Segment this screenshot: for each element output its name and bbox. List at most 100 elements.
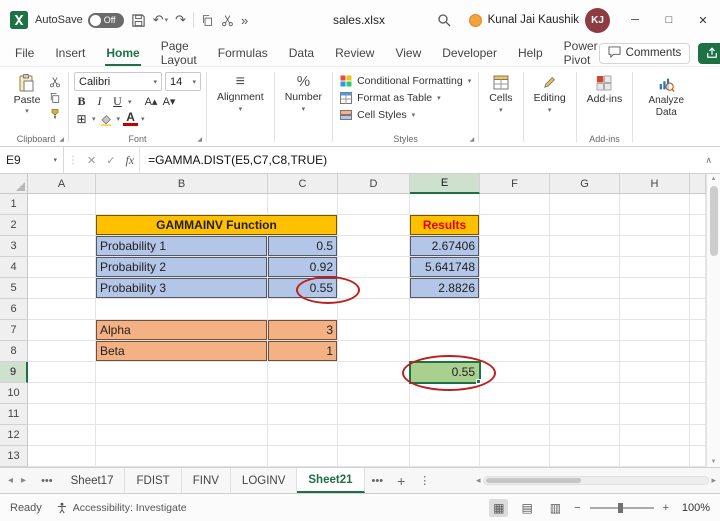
alignment-button[interactable]: ≡ Alignment ▾ [212,69,269,132]
enter-icon[interactable]: ✓ [101,154,120,167]
undo-icon[interactable]: ↶ ▾ [153,12,168,28]
select-all-corner[interactable] [0,174,28,194]
cell-h13[interactable] [620,446,690,467]
more-commands-icon[interactable]: » [241,13,248,28]
borders-button[interactable]: ⊞ [74,112,89,126]
row-header-6[interactable]: 6 [0,299,28,320]
formula-input[interactable]: =GAMMA.DIST(E5,C7,C8,TRUE) [139,147,697,173]
autosave-pill[interactable]: Off [87,12,124,28]
cell-b1[interactable] [96,194,268,215]
cell-f4[interactable] [480,257,550,278]
cell-g4[interactable] [550,257,620,278]
cell-c11[interactable] [268,404,338,425]
column-header-g[interactable]: G [550,174,620,194]
cell-a9[interactable] [28,362,96,383]
cell-a6[interactable] [28,299,96,320]
cell-g12[interactable] [550,425,620,446]
column-header-c[interactable]: C [268,174,338,194]
page-layout-view-icon[interactable]: ▤ [517,499,536,517]
menu-tab-help[interactable]: Help [517,40,544,66]
column-header-h[interactable]: H [620,174,690,194]
clipboard-dialog-launcher-icon[interactable]: ◢ [59,136,64,143]
new-sheet-button[interactable]: + [390,468,412,493]
menu-tab-review[interactable]: Review [334,40,375,66]
minimize-button[interactable]: ─ [618,0,652,40]
menu-tab-insert[interactable]: Insert [54,40,86,66]
cell-h12[interactable] [620,425,690,446]
cell-e6[interactable] [410,299,480,320]
cell-d2[interactable] [338,215,410,236]
cell-e4[interactable]: 5.641748 [410,257,480,278]
copy-icon[interactable] [49,92,61,104]
cell-d5[interactable] [338,278,410,299]
cell-f8[interactable] [480,341,550,362]
more-sheets-left-icon[interactable]: ••• [34,468,60,493]
cell-f2[interactable] [480,215,550,236]
cell-a2[interactable] [28,215,96,236]
cell-b3[interactable]: Probability 1 [96,236,268,257]
cell-a12[interactable] [28,425,96,446]
cells-button[interactable]: Cells ▾ [484,69,517,132]
row-header-13[interactable]: 13 [0,446,28,467]
formula-bar-grip-icon[interactable]: ⋮ [64,155,82,166]
cell-f5[interactable] [480,278,550,299]
cell-h5[interactable] [620,278,690,299]
horizontal-scroll-track[interactable] [482,476,710,485]
fill-color-button[interactable] [99,113,114,126]
menu-tab-data[interactable]: Data [288,40,315,66]
normal-view-icon[interactable]: ▦ [489,498,509,517]
cell-d8[interactable] [338,341,410,362]
cell-e7[interactable] [410,320,480,341]
row-header-2[interactable]: 2 [0,215,28,236]
cell-g6[interactable] [550,299,620,320]
cell-d13[interactable] [338,446,410,467]
cell-f3[interactable] [480,236,550,257]
cell-b8[interactable]: Beta [96,341,268,362]
cell-b13[interactable] [96,446,268,467]
page-break-view-icon[interactable]: ▥ [546,499,565,517]
conditional-formatting-button[interactable]: Conditional Formatting ▾ [340,75,471,87]
menu-tab-page-layout[interactable]: Page Layout [160,39,198,67]
cell-g3[interactable] [550,236,620,257]
cell-h7[interactable] [620,320,690,341]
zoom-slider-thumb[interactable] [617,502,623,513]
scroll-left-icon[interactable]: ◂ [476,475,481,486]
scroll-down-icon[interactable]: ▼ [711,459,717,465]
cell-h3[interactable] [620,236,690,257]
sheet-nav-left-icon[interactable]: ◂ [8,475,13,486]
cell-f1[interactable] [480,194,550,215]
addins-button[interactable]: Add-ins [582,69,628,132]
vertical-scrollbar[interactable]: ▲ ▼ [706,174,720,467]
sheet-nav-right-icon[interactable]: ▸ [21,475,26,486]
decrease-font-size-button[interactable]: A▾ [162,95,177,108]
cell-f9[interactable] [480,362,550,383]
cell-a1[interactable] [28,194,96,215]
row-header-11[interactable]: 11 [0,404,28,425]
cell-g8[interactable] [550,341,620,362]
row-header-12[interactable]: 12 [0,425,28,446]
cell-h1[interactable] [620,194,690,215]
cut-icon[interactable] [221,14,234,27]
bold-button[interactable]: B [74,94,89,109]
cell-e10[interactable] [410,383,480,404]
cell-b6[interactable] [96,299,268,320]
cell-a13[interactable] [28,446,96,467]
cell-c4[interactable]: 0.92 [268,257,338,278]
font-color-button[interactable]: A [123,111,139,126]
cell-e11[interactable] [410,404,480,425]
tab-options-icon[interactable]: ⋮ [412,468,437,493]
cell-h4[interactable] [620,257,690,278]
row-header-10[interactable]: 10 [0,383,28,404]
cell-h9[interactable] [620,362,690,383]
sheet-tab-sheet17[interactable]: Sheet17 [59,468,126,493]
cell-a4[interactable] [28,257,96,278]
cell-g11[interactable] [550,404,620,425]
increase-font-size-button[interactable]: A▴ [144,95,159,108]
cell-d10[interactable] [338,383,410,404]
menu-tab-power-pivot[interactable]: Power Pivot [563,39,599,67]
cell-e1[interactable] [410,194,480,215]
insert-function-icon[interactable]: fx [120,153,139,168]
cell-d3[interactable] [338,236,410,257]
zoom-in-icon[interactable]: + [663,502,669,514]
more-sheets-right-icon[interactable]: ••• [365,468,391,493]
